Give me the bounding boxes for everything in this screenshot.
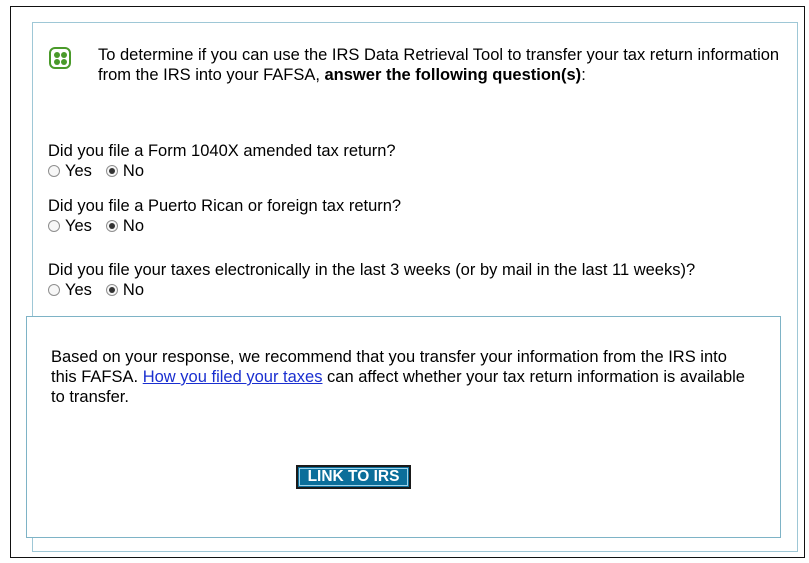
question-1040x: Did you file a Form 1040X amended tax re… [48, 141, 788, 181]
option-label-no: No [122, 217, 145, 235]
option-label-yes: Yes [65, 217, 92, 235]
radio-no[interactable] [105, 165, 118, 177]
question-options: Yes No [48, 280, 788, 300]
how-you-filed-link[interactable]: How you filed your taxes [143, 368, 323, 386]
option-label-yes: Yes [65, 162, 92, 180]
radio-no[interactable] [105, 220, 118, 232]
radio-yes[interactable] [48, 220, 60, 232]
outer-frame: To determine if you can use the IRS Data… [10, 6, 805, 558]
radio-yes[interactable] [48, 165, 60, 177]
intro: To determine if you can use the IRS Data… [49, 45, 789, 85]
info-dots-icon [49, 47, 71, 69]
option-label-no: No [122, 281, 145, 299]
question-options: Yes No [48, 216, 788, 236]
recommendation-box: Based on your response, we recommend tha… [26, 316, 781, 538]
question-text: Did you file a Form 1040X amended tax re… [48, 142, 396, 160]
question-foreign-return: Did you file a Puerto Rican or foreign t… [48, 196, 788, 236]
question-text: Did you file a Puerto Rican or foreign t… [48, 197, 402, 215]
recommendation-text: Based on your response, we recommend tha… [51, 347, 751, 407]
radio-no[interactable] [105, 284, 118, 296]
question-filed-electronically: Did you file your taxes electronically i… [48, 260, 788, 300]
question-text: Did you file your taxes electronically i… [48, 261, 696, 279]
link-to-irs-button[interactable]: LINK TO IRS [296, 465, 411, 489]
intro-text: To determine if you can use the IRS Data… [98, 45, 789, 85]
radio-yes[interactable] [48, 284, 60, 296]
question-options: Yes No [48, 161, 788, 181]
intro-text-bold: answer the following question(s) [324, 66, 582, 84]
intro-text-end: : [581, 66, 586, 84]
option-label-no: No [122, 162, 145, 180]
option-label-yes: Yes [65, 281, 92, 299]
